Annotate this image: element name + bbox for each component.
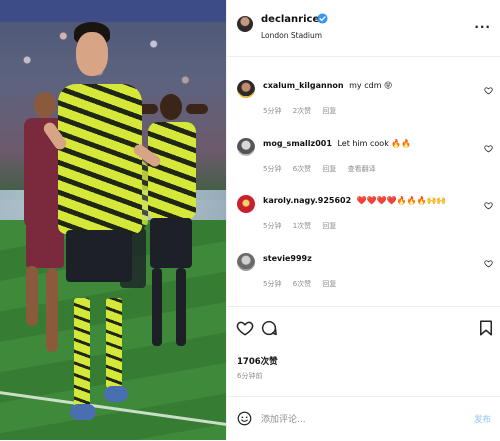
comment-text-line: mog_smallz001 Let him cook 🔥🔥 [263,139,411,148]
commenter-avatar[interactable] [237,195,255,213]
photo-teammate-arm [186,104,208,114]
photo-opponent-leg [26,266,38,326]
comment-like-count[interactable]: 6次赞 [293,280,311,288]
comment-item: stevie999z 5分钟 6次赞 回复 [227,251,500,303]
comment-meta: 5分钟 6次赞 回复 查看翻译 [263,164,385,174]
see-translation-button[interactable]: 查看翻译 [348,165,376,173]
comment-icon[interactable] [260,319,278,337]
comment-heart-icon[interactable] [484,201,493,210]
photo-main-player-boot [104,386,128,402]
comment-item: karoly.nagy.925602 ❤️❤️❤️❤️🔥🔥🔥🙌🙌 5分钟 1次赞… [227,193,500,245]
comment-text: Let him cook 🔥🔥 [337,139,412,148]
photo-opponent-shorts [26,224,64,268]
verified-badge-icon [317,13,328,24]
comment-item: cxalum_kilgannon my cdm 😝 5分钟 2次赞 回复 [227,78,500,130]
comment-text-line: stevie999z [263,254,315,263]
post-header: declanrice London Stadium ··· [227,0,500,57]
photo-main-player-shirt [58,84,142,234]
comment-composer: 发布 [227,396,500,441]
photo-teammate-leg [152,268,162,346]
post-actions: 1706次赞 6分钟前 [227,306,500,380]
comment-text: ❤️❤️❤️❤️🔥🔥🔥🙌🙌 [356,196,447,205]
photo-main-player-shorts [66,230,132,282]
emoji-icon[interactable] [237,411,252,426]
commenter-avatar[interactable] [237,80,255,98]
comment-heart-icon[interactable] [484,86,493,95]
heart-icon[interactable] [236,319,254,337]
photo-main-player-boot [70,404,96,420]
comment-like-count[interactable]: 6次赞 [293,165,311,173]
photo-main-player-sock [106,298,122,388]
comment-meta: 5分钟 2次赞 回复 [263,106,345,116]
photo-opponent-leg [46,268,58,352]
comment-heart-icon[interactable] [484,144,493,153]
photo-main-player-sock [74,298,90,408]
comment-time: 5分钟 [263,280,282,288]
post-photo[interactable] [0,0,226,440]
photo-teammate-shorts [150,218,192,268]
comment-username[interactable]: stevie999z [263,254,312,263]
photo-teammate-leg [176,268,186,346]
photo-opponent-head [34,92,56,118]
comment-reply-button[interactable]: 回复 [322,107,336,115]
comment-input[interactable] [259,410,443,430]
photo-main-player-head [76,32,108,76]
like-count[interactable]: 1706次赞 [237,355,278,367]
comment-username[interactable]: karoly.nagy.925602 [263,196,351,205]
comment-time: 5分钟 [263,107,282,115]
comment-heart-icon[interactable] [484,259,493,268]
comment-meta: 5分钟 1次赞 回复 [263,221,345,231]
comment-text: my cdm 😝 [349,81,393,90]
post-location[interactable]: London Stadium [261,31,322,40]
instagram-post-view: declanrice London Stadium ··· cxalum_kil… [0,0,500,440]
post-timestamp: 6分钟前 [237,372,263,380]
comment-like-count[interactable]: 1次赞 [293,222,311,230]
comment-text-line: cxalum_kilgannon my cdm 😝 [263,81,392,90]
author-avatar[interactable] [237,16,253,32]
comment-text-line: karoly.nagy.925602 ❤️❤️❤️❤️🔥🔥🔥🙌🙌 [263,196,446,205]
comment-time: 5分钟 [263,165,282,173]
photo-teammate-shirt [148,122,196,220]
comment-username[interactable]: cxalum_kilgannon [263,81,344,90]
bookmark-icon[interactable] [477,319,495,337]
comment-like-count[interactable]: 2次赞 [293,107,311,115]
comment-username[interactable]: mog_smallz001 [263,139,332,148]
author-username[interactable]: declanrice [261,14,319,25]
post-comment-button[interactable]: 发布 [474,413,491,425]
comment-time: 5分钟 [263,222,282,230]
comment-reply-button[interactable]: 回复 [322,280,336,288]
post-panel: declanrice London Stadium ··· cxalum_kil… [226,0,500,440]
comment-reply-button[interactable]: 回复 [322,165,336,173]
photo-stand-roof [0,0,226,22]
commenter-avatar[interactable] [237,138,255,156]
commenter-avatar[interactable] [237,253,255,271]
photo-teammate-head [160,94,182,120]
comment-reply-button[interactable]: 回复 [322,222,336,230]
comment-meta: 5分钟 6次赞 回复 [263,279,345,289]
more-horizontal-icon[interactable]: ··· [474,20,491,34]
comment-item: mog_smallz001 Let him cook 🔥🔥 5分钟 6次赞 回复… [227,136,500,188]
